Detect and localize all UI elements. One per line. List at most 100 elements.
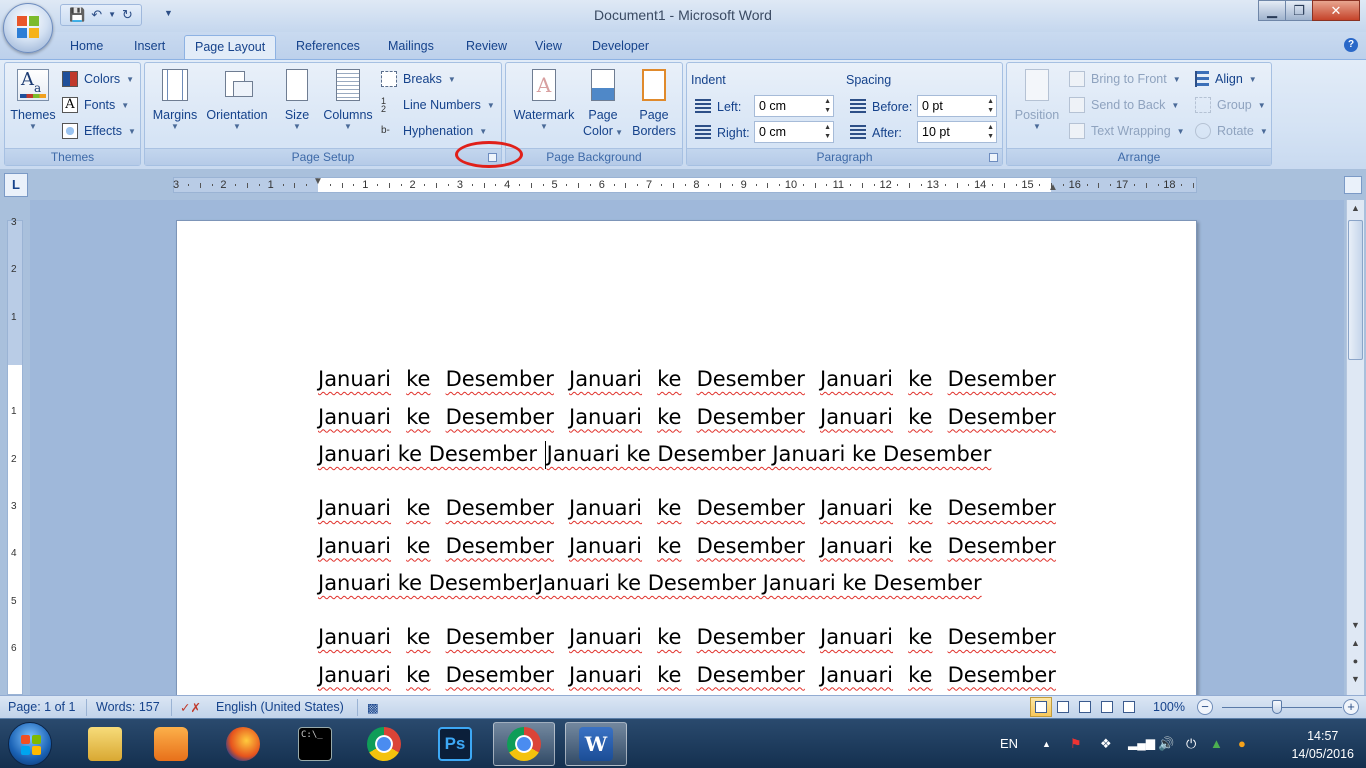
send-to-back-button[interactable]: Send to Back ▼ — [1069, 97, 1179, 113]
print-layout-view-button[interactable] — [1030, 697, 1052, 717]
word: Januari — [820, 662, 894, 687]
paragraph-3[interactable]: Januari ke Desember Januari ke Desember Januar… — [318, 619, 1056, 694]
first-line-indent-marker[interactable]: ▼ — [313, 176, 323, 187]
colors-button[interactable]: Colors ▼ — [62, 71, 134, 87]
draft-view-button[interactable] — [1118, 697, 1140, 717]
google-drive-icon[interactable]: ▲ — [1210, 736, 1223, 751]
group-button[interactable]: Group ▼ — [1195, 97, 1266, 113]
tab-page-layout[interactable]: Page Layout — [184, 35, 277, 61]
position-button[interactable]: Position ▼ — [1011, 69, 1063, 131]
spinner-arrows-icon[interactable]: ▲ ▼ — [987, 123, 994, 141]
web-layout-button[interactable] — [1074, 697, 1096, 717]
hyphenation-button[interactable]: b‑ Hyphenation ▼ — [381, 123, 487, 139]
line-numbers-button[interactable]: 12 Line Numbers ▼ — [381, 97, 495, 114]
taskbar-photoshop[interactable]: Ps — [424, 722, 486, 766]
rotate-button[interactable]: Rotate ▼ — [1195, 123, 1268, 139]
tab-mailings[interactable]: Mailings — [388, 39, 434, 53]
spinner-arrows-icon[interactable]: ▲ ▼ — [987, 97, 994, 115]
taskbar-file-explorer[interactable] — [74, 722, 136, 766]
taskbar-firefox[interactable] — [212, 722, 274, 766]
margins-button[interactable]: Margins ▼ — [150, 69, 200, 131]
zoom-out-button[interactable]: − — [1197, 699, 1213, 715]
taskbar-command-prompt[interactable]: C:\_ — [284, 722, 346, 766]
language-status[interactable]: English (United States) — [216, 700, 344, 714]
text-wrapping-button[interactable]: Text Wrapping ▼ — [1069, 123, 1185, 139]
ruler-tick-label: 4 — [504, 179, 511, 191]
select-browse-object-icon[interactable]: ● — [1347, 656, 1364, 666]
proofing-errors-icon[interactable]: ✓✗ — [180, 700, 201, 715]
vertical-ruler[interactable]: 3 2 1 1 2 3 4 5 6 — [7, 217, 23, 695]
horizontal-ruler[interactable]: ▼ ▲ 3 2 1 1 2 3 4 5 6 7 8 9 10 11 12 13 14 15 16 17 18 — [173, 176, 1197, 193]
ruler-top-margin — [8, 221, 22, 365]
word: Januari — [820, 367, 894, 391]
zoom-in-button[interactable]: + — [1343, 699, 1359, 715]
paragraph-2[interactable]: Januari ke Desember Januari ke Desember Januar… — [318, 490, 1056, 603]
breaks-button[interactable]: Breaks ▼ — [381, 71, 456, 87]
view-ruler-icon[interactable] — [1344, 176, 1362, 194]
previous-page-icon[interactable]: ▲ — [1347, 638, 1364, 648]
tab-stop-selector[interactable]: L — [4, 173, 28, 197]
tab-references[interactable]: References — [296, 39, 360, 53]
effects-button[interactable]: Effects ▼ — [62, 123, 136, 139]
right-indent-marker[interactable]: ▲ — [1048, 182, 1058, 193]
action-center-icon[interactable]: ⚑ — [1070, 736, 1082, 752]
zoom-slider-track[interactable] — [1222, 707, 1342, 708]
document-page[interactable]: Januari ke Desember Januari ke Desember Januar… — [176, 220, 1197, 695]
paragraph-dialog-launcher[interactable] — [989, 153, 998, 162]
help-icon[interactable]: ? — [1344, 38, 1358, 52]
page-count[interactable]: Page: 1 of 1 — [8, 700, 75, 714]
bring-to-front-button[interactable]: Bring to Front ▼ — [1069, 71, 1181, 87]
word: ke — [657, 496, 682, 520]
scroll-thumb[interactable] — [1348, 220, 1363, 360]
spacing-after-field[interactable]: 10 pt ▲ ▼ — [917, 121, 997, 143]
office-button[interactable] — [3, 3, 53, 53]
align-button[interactable]: Align ▼ — [1195, 71, 1257, 87]
watermark-button[interactable]: A Watermark ▼ — [510, 69, 578, 131]
outline-view-button[interactable] — [1096, 697, 1118, 717]
paragraph-1[interactable]: Januari ke Desember Januari ke Desember Januar… — [318, 361, 1056, 474]
tab-insert[interactable]: Insert — [134, 39, 165, 53]
spinner-arrows-icon[interactable]: ▲ ▼ — [824, 123, 831, 141]
word-count[interactable]: Words: 157 — [96, 700, 160, 714]
scroll-up-icon[interactable]: ▲ — [1347, 200, 1364, 217]
tab-developer[interactable]: Developer — [592, 39, 649, 53]
zoom-slider-thumb[interactable] — [1272, 700, 1282, 714]
vertical-scrollbar[interactable]: ▲ ▼ ▲ ● ▼ — [1346, 200, 1364, 695]
dropbox-icon[interactable]: ❖ — [1100, 736, 1112, 752]
avast-icon[interactable]: ● — [1238, 736, 1246, 751]
maximize-button[interactable]: ❐ — [1285, 0, 1313, 21]
macro-record-icon[interactable]: ▩ — [367, 700, 379, 715]
spacing-before-field[interactable]: 0 pt ▲ ▼ — [917, 95, 997, 117]
view-buttons — [1030, 697, 1140, 717]
tab-review[interactable]: Review — [466, 39, 507, 53]
orientation-button[interactable]: Orientation ▼ — [202, 69, 272, 131]
spinner-arrows-icon[interactable]: ▲ ▼ — [824, 97, 831, 115]
clock[interactable]: 14:57 14/05/2016 — [1291, 727, 1354, 763]
page-color-button[interactable]: Page Color ▼ — [582, 69, 624, 141]
columns-button[interactable]: Columns ▼ — [321, 69, 375, 131]
indent-right-field[interactable]: 0 cm ▲ ▼ — [754, 121, 834, 143]
input-language[interactable]: EN — [1000, 736, 1018, 751]
indent-left-field[interactable]: 0 cm ▲ ▼ — [754, 95, 834, 117]
show-hidden-icons[interactable]: ▲ — [1042, 739, 1051, 749]
taskbar-chrome[interactable] — [353, 722, 415, 766]
next-page-icon[interactable]: ▼ — [1347, 674, 1364, 684]
tab-home[interactable]: Home — [70, 39, 103, 53]
volume-icon[interactable]: 🔊 — [1158, 736, 1174, 752]
size-button[interactable]: Size ▼ — [279, 69, 315, 131]
usb-icon[interactable]: ⏻ — [1186, 736, 1196, 752]
taskbar-word[interactable]: W — [565, 722, 627, 766]
taskbar-chrome-2[interactable] — [493, 722, 555, 766]
network-icon[interactable]: ▂▄▆ — [1128, 736, 1155, 750]
minimize-button[interactable]: ▁ — [1258, 0, 1286, 21]
zoom-level[interactable]: 100% — [1153, 700, 1185, 714]
full-screen-reading-button[interactable] — [1052, 697, 1074, 717]
close-button[interactable]: ✕ — [1312, 0, 1360, 21]
page-borders-button[interactable]: Page Borders — [630, 69, 678, 139]
start-button[interactable] — [8, 722, 52, 766]
taskbar-media-player[interactable] — [140, 722, 202, 766]
tab-view[interactable]: View — [535, 39, 562, 53]
fonts-button[interactable]: A Fonts ▼ — [62, 97, 129, 113]
scroll-down-icon[interactable]: ▼ — [1347, 620, 1364, 630]
themes-button[interactable]: A a Themes ▼ — [9, 69, 57, 131]
